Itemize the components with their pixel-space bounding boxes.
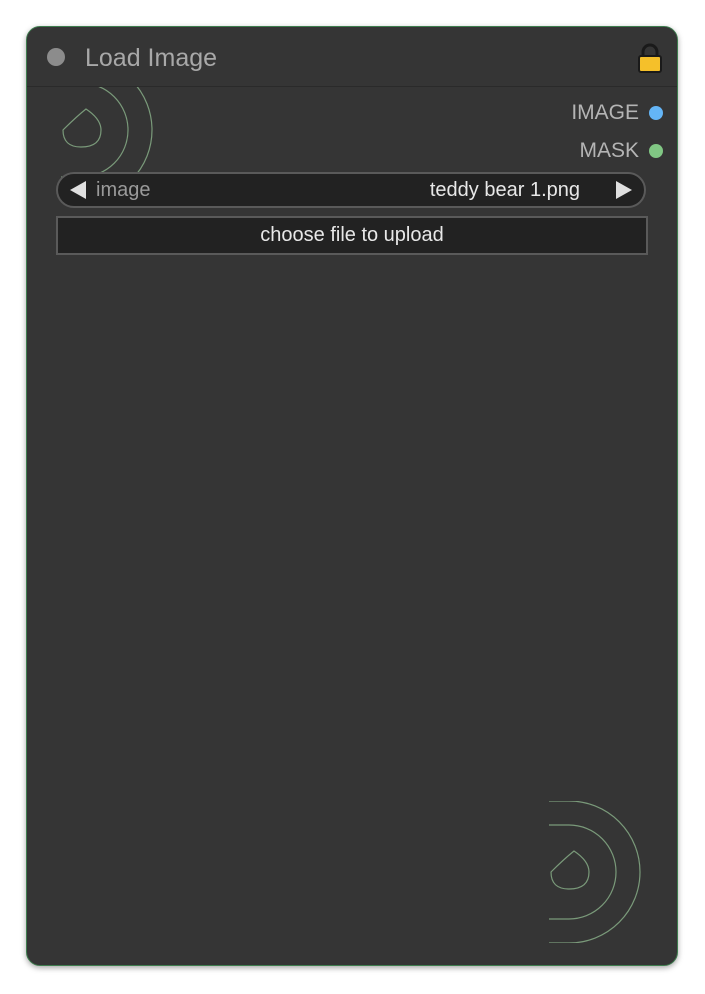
collapse-dot-icon[interactable] (47, 48, 65, 66)
output-slot-image[interactable]: IMAGE (571, 99, 663, 127)
lock-icon[interactable] (637, 43, 663, 73)
output-slot-mask[interactable]: MASK (579, 137, 663, 165)
output-label-mask: MASK (579, 139, 639, 162)
combo-widget-value[interactable]: teddy bear 1.png (430, 179, 580, 202)
node-title: Load Image (85, 44, 218, 72)
load-image-node[interactable]: Load Image IMAGE MASK image teddy bear 1… (26, 26, 678, 966)
upload-file-button[interactable]: choose file to upload (56, 216, 648, 255)
output-connector-mask[interactable] (649, 144, 663, 158)
image-combo-widget[interactable]: image teddy bear 1.png (56, 172, 646, 208)
combo-widget-name: image (96, 179, 151, 201)
left-arrow-icon[interactable] (70, 181, 86, 199)
output-connector-image[interactable] (649, 106, 663, 120)
right-arrow-icon[interactable] (616, 181, 632, 199)
decorative-swirl-icon (549, 801, 641, 943)
output-label-image: IMAGE (571, 101, 639, 124)
node-title-bar[interactable]: Load Image (27, 27, 677, 87)
